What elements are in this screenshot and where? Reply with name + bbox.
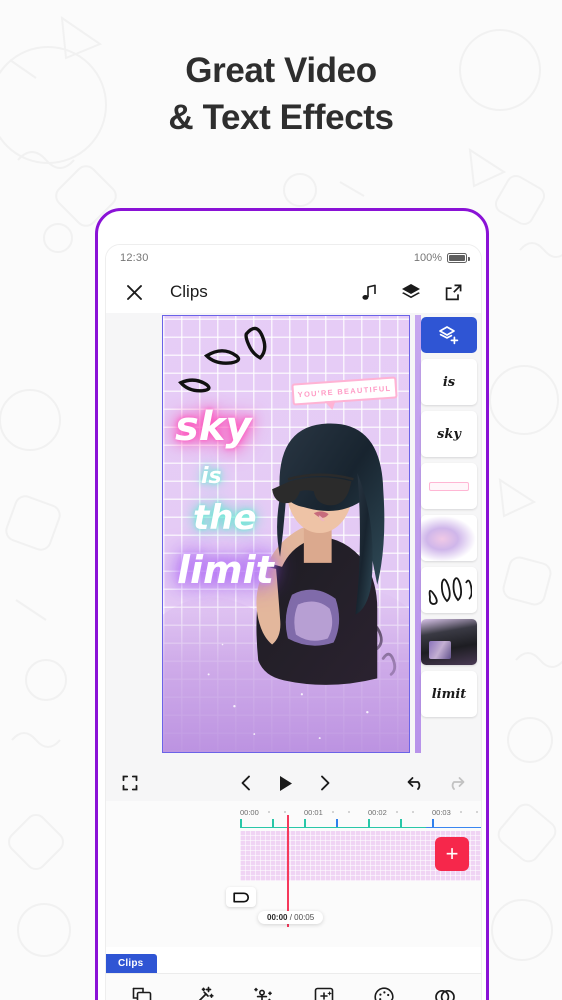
- video-canvas[interactable]: sky is the limit YOU'RE BEAUTIFUL: [163, 316, 409, 752]
- toolbar-item-ai-effects[interactable]: AI Effects: [234, 986, 292, 1000]
- toolbar-item-filter[interactable]: Filter: [295, 986, 353, 1000]
- palette-icon: [374, 986, 394, 1000]
- layer-item[interactable]: [421, 515, 477, 561]
- layer-item[interactable]: sky: [421, 411, 477, 457]
- phone-screen: 12:30 100% Clips sky is the limit YOU'RE…: [106, 245, 481, 1000]
- current-time: 00:00: [267, 913, 288, 922]
- player-controls: [106, 765, 481, 801]
- toolbar-item-animate[interactable]: Animate: [113, 986, 171, 1000]
- magic-wand-icon: [198, 986, 214, 1000]
- timeline[interactable]: 00:00 00:01 00:02 00:03 + 00:00 / 00:05: [106, 801, 481, 947]
- layer-item[interactable]: [421, 463, 477, 509]
- tab-clips[interactable]: Clips: [106, 954, 158, 973]
- battery-full-icon: [447, 253, 470, 263]
- headline-line-2: & Text Effects: [168, 97, 394, 137]
- timeline-ruler[interactable]: 00:00 00:01 00:02 00:03: [240, 805, 481, 819]
- filter-icon: [314, 987, 334, 1000]
- timeline-tick: 00:00: [240, 807, 259, 817]
- timeline-tick: 00:03: [432, 807, 451, 817]
- export-icon[interactable]: [439, 278, 467, 306]
- sticker-text: YOU'RE BEAUTIFUL: [297, 383, 392, 399]
- battery-percent: 100%: [413, 252, 442, 264]
- layer-label: is: [442, 374, 456, 390]
- layer-rail: is sky limit: [417, 317, 481, 757]
- layer-item[interactable]: [421, 619, 477, 665]
- timeline-track-line: [240, 827, 426, 829]
- toolbar-item-blend[interactable]: Blend: [416, 986, 474, 1000]
- app-bar-title: Clips: [170, 282, 208, 301]
- fullscreen-icon[interactable]: [122, 775, 138, 791]
- tag-icon[interactable]: [226, 887, 256, 907]
- add-layer-icon: [439, 326, 459, 345]
- canvas-selection-frame[interactable]: sky is the limit YOU'RE BEAUTIFUL: [162, 315, 410, 753]
- add-layer-button[interactable]: [421, 317, 477, 353]
- timeline-tick: 00:01: [304, 807, 323, 817]
- undo-icon[interactable]: [407, 776, 425, 790]
- timeline-track-line-secondary: [426, 827, 481, 829]
- page-title: Great Video & Text Effects: [0, 48, 562, 141]
- photo-thumb-icon: [421, 619, 477, 665]
- layer-item[interactable]: is: [421, 359, 477, 405]
- bottom-toolbar: Animate Effect Mix: [106, 973, 481, 1000]
- timeline-tick: 00:02: [368, 807, 387, 817]
- status-time: 12:30: [120, 252, 149, 264]
- time-separator: /: [289, 913, 292, 922]
- previous-frame-icon[interactable]: [240, 775, 252, 791]
- total-time: 00:05: [294, 913, 315, 922]
- toolbar-item-effect-mix[interactable]: Effect Mix: [174, 986, 232, 1000]
- add-clip-button[interactable]: +: [435, 837, 469, 871]
- layer-item[interactable]: limit: [421, 671, 477, 717]
- layer-item[interactable]: [421, 567, 477, 613]
- next-frame-icon[interactable]: [319, 775, 331, 791]
- close-icon[interactable]: [120, 278, 148, 306]
- doodle-thumb-icon: [428, 577, 472, 605]
- page-root: Great Video & Text Effects 12:30 100% Cl…: [0, 0, 562, 1000]
- app-bar: Clips: [106, 271, 481, 313]
- animate-icon: [132, 987, 152, 1000]
- music-note-icon[interactable]: [355, 278, 383, 306]
- time-indicator: 00:00 / 00:05: [258, 911, 324, 924]
- ai-person-icon: [254, 987, 273, 1000]
- layer-label: limit: [431, 686, 467, 702]
- layer-label: sky: [437, 426, 461, 442]
- blend-icon: [434, 989, 455, 1000]
- play-icon[interactable]: [278, 775, 293, 792]
- sticker-thumb-icon: [429, 481, 469, 491]
- toolbar-item-color[interactable]: Color: [355, 986, 413, 1000]
- phone-frame: 12:30 100% Clips sky is the limit YOU'RE…: [95, 208, 489, 1000]
- headline-line-1: Great Video: [185, 51, 377, 90]
- watercolor-thumb-icon: [421, 515, 477, 561]
- status-bar: 12:30 100%: [106, 245, 481, 271]
- redo-icon[interactable]: [447, 776, 465, 790]
- layers-icon[interactable]: [397, 278, 425, 306]
- editor-area: sky is the limit YOU'RE BEAUTIFUL is sky…: [106, 313, 481, 765]
